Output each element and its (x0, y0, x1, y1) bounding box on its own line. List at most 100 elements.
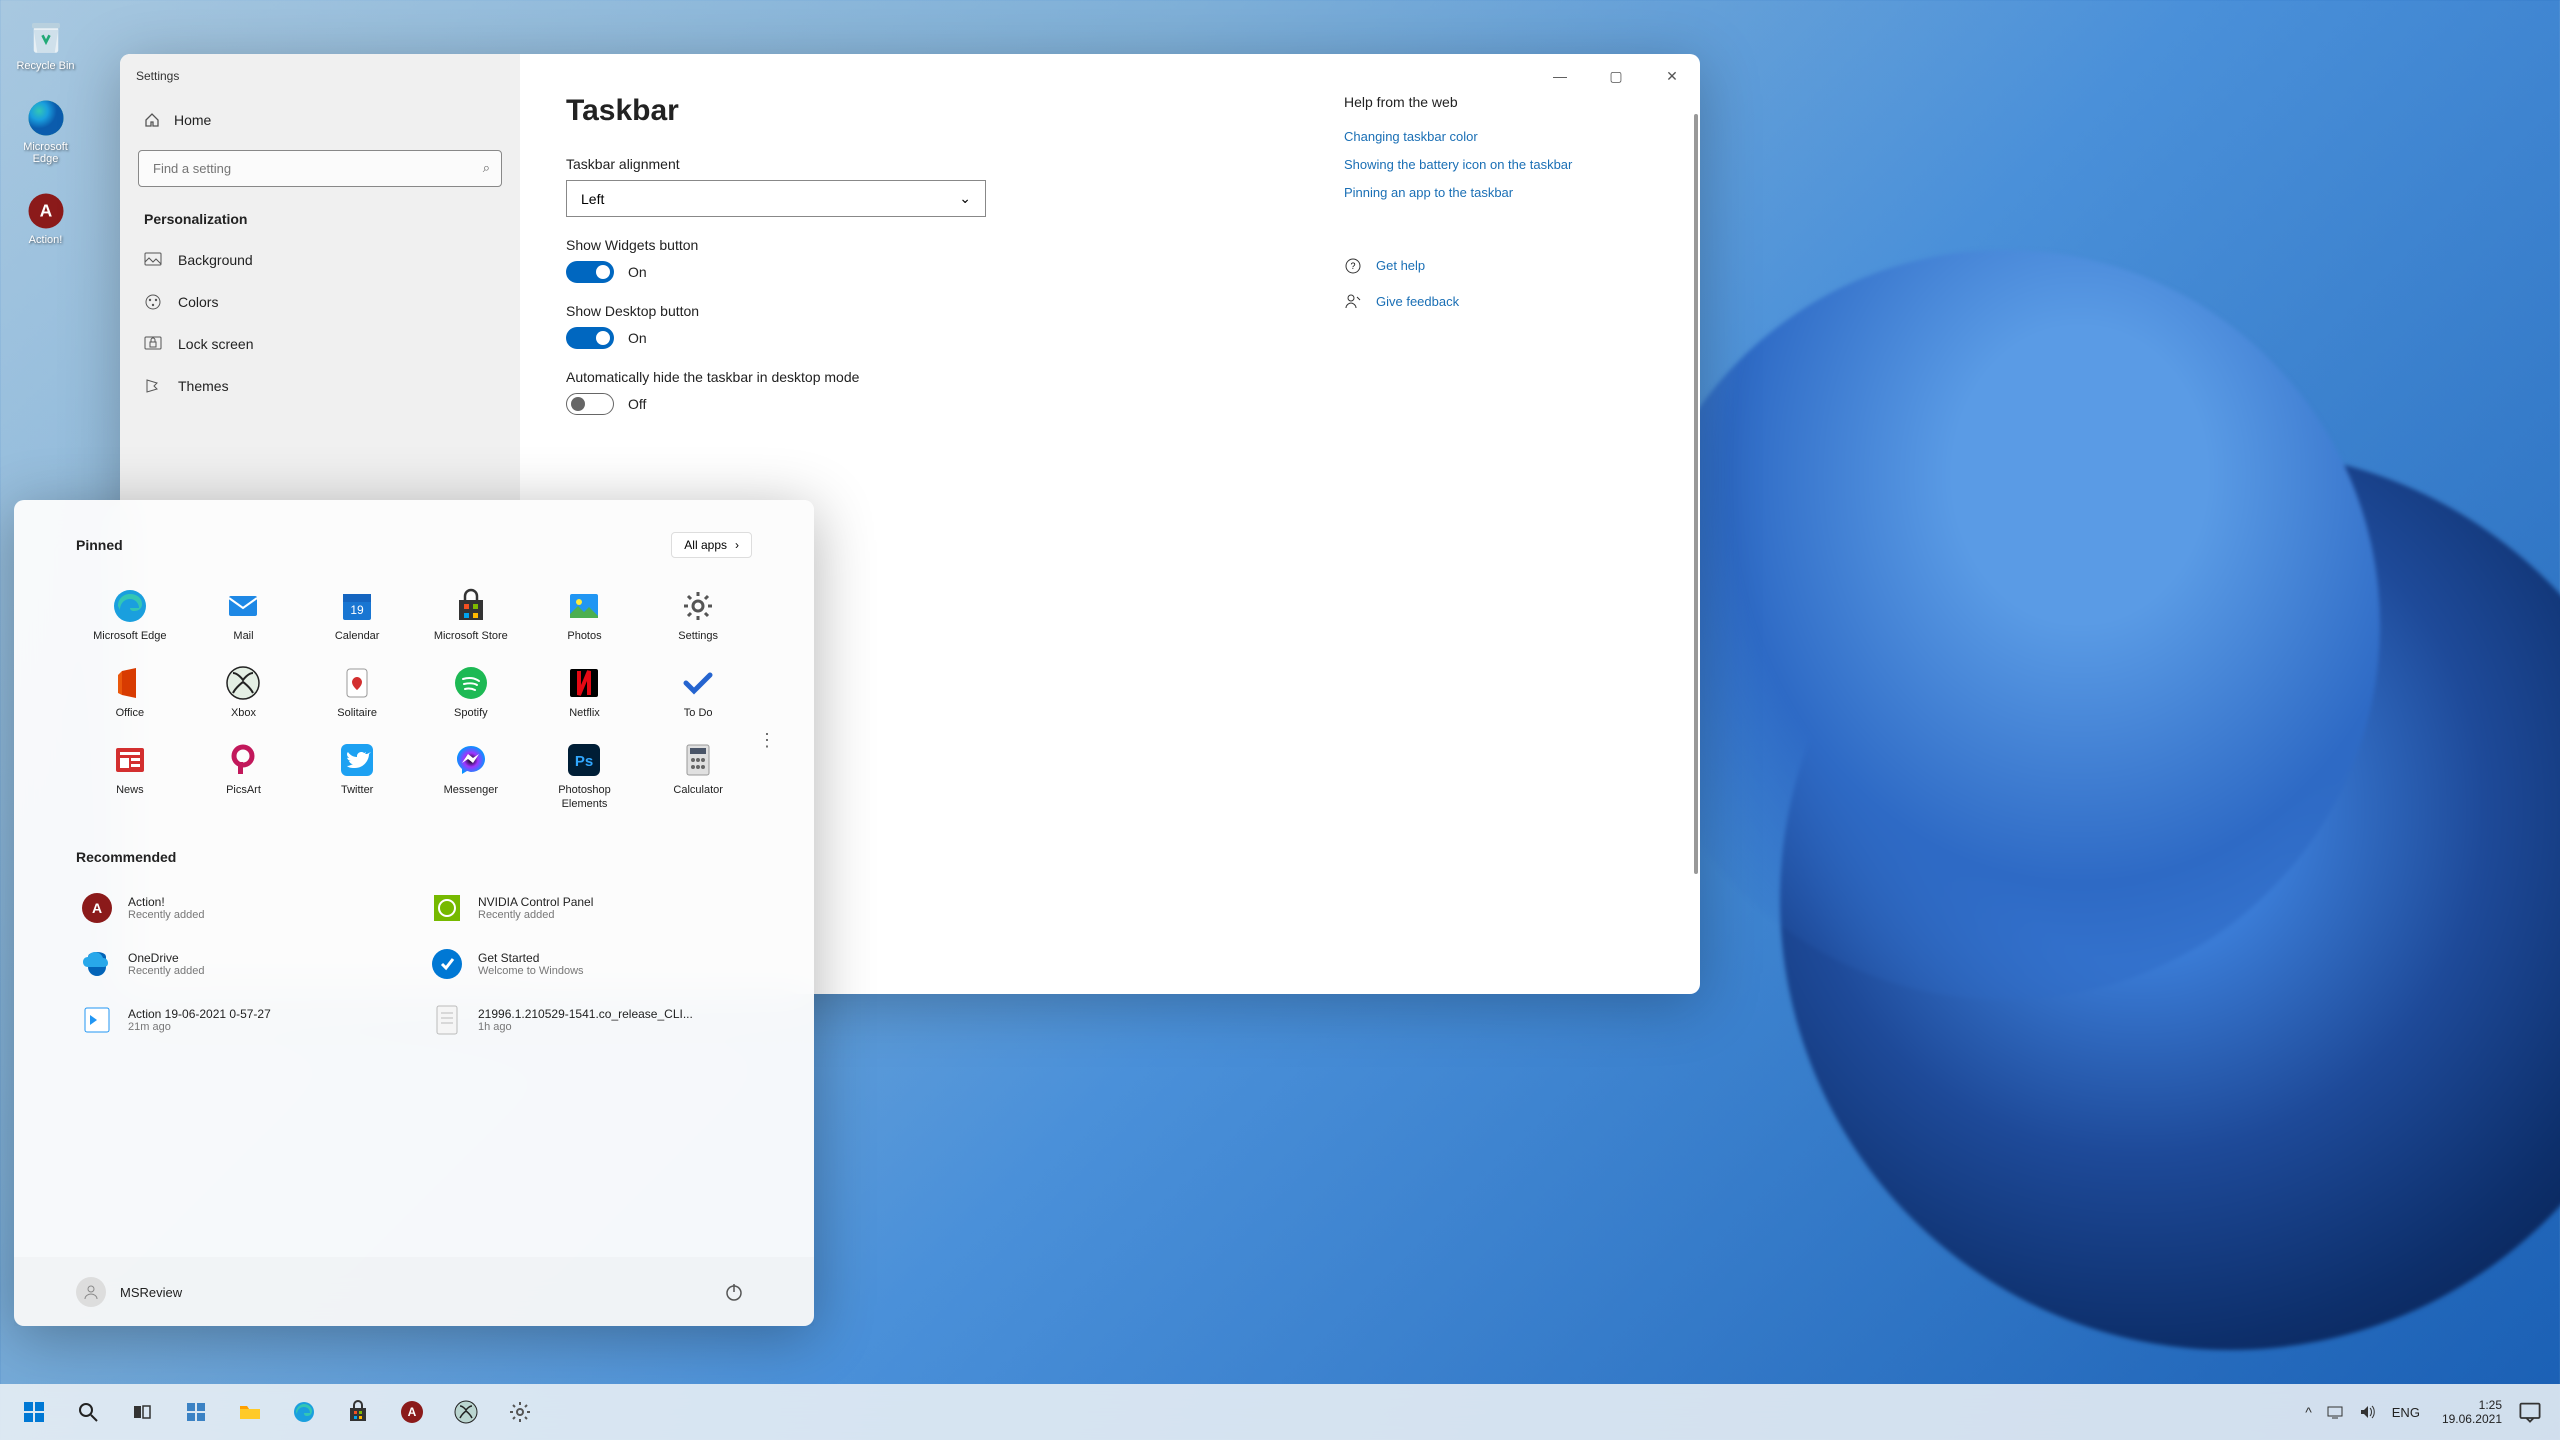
setting-widgets: Show Widgets button On (566, 237, 1304, 283)
svg-text:19: 19 (350, 603, 364, 617)
pinned-app[interactable]: Settings (644, 580, 752, 651)
power-button[interactable] (716, 1274, 752, 1310)
xbox-icon (454, 1400, 478, 1424)
get-help-link[interactable]: ? Get help (1344, 257, 1654, 275)
setting-desktop-button: Show Desktop button On (566, 303, 1304, 349)
setting-label: Automatically hide the taskbar in deskto… (566, 369, 1304, 385)
app-label: Mail (233, 630, 253, 643)
pinned-app[interactable]: Messenger (417, 734, 525, 818)
recommended-label: Recommended (76, 849, 176, 865)
recommended-detail: 1h ago (478, 1021, 693, 1033)
folder-icon (238, 1400, 262, 1424)
recommended-item[interactable]: Get StartedWelcome to Windows (426, 943, 752, 985)
sidebar-item-lock-screen[interactable]: Lock screen (120, 323, 520, 365)
recommended-list: AAction!Recently added NVIDIA Control Pan… (76, 887, 752, 1041)
pinned-app[interactable]: Twitter (303, 734, 411, 818)
action-app-button[interactable]: A (386, 1388, 438, 1436)
app-label: Office (116, 707, 145, 720)
recommended-icon: A (80, 891, 114, 925)
pinned-app[interactable]: News (76, 734, 184, 818)
pinned-app[interactable]: Xbox (190, 657, 298, 728)
pinned-app[interactable]: Microsoft Edge (76, 580, 184, 651)
app-icon (112, 742, 148, 778)
settings-search-input[interactable] (138, 150, 502, 187)
recommended-name: NVIDIA Control Panel (478, 895, 593, 909)
edge-button[interactable] (278, 1388, 330, 1436)
pinned-app[interactable]: Calculator (644, 734, 752, 818)
start-pinned-section: Pinned All apps › Microsoft Edge Mail 19 Ca… (14, 500, 814, 827)
desktop-icon-edge[interactable]: Microsoft Edge (8, 93, 83, 170)
language-indicator[interactable]: ENG (2386, 1405, 2426, 1420)
recommended-item[interactable]: AAction!Recently added (76, 887, 402, 929)
pinned-app[interactable]: Solitaire (303, 657, 411, 728)
recommended-icon (430, 891, 464, 925)
notifications-icon[interactable] (2518, 1400, 2542, 1424)
recycle-bin-icon (25, 16, 67, 58)
pinned-app[interactable]: Netflix (531, 657, 639, 728)
pinned-app[interactable]: PsPhotoshop Elements (531, 734, 639, 818)
store-button[interactable] (332, 1388, 384, 1436)
sidebar-item-background[interactable]: Background (120, 239, 520, 281)
sidebar-item-colors[interactable]: Colors (120, 281, 520, 323)
all-apps-label: All apps (684, 538, 727, 552)
desktop-icon-recycle-bin[interactable]: Recycle Bin (8, 12, 83, 77)
recommended-icon (80, 947, 114, 981)
svg-text:A: A (92, 900, 102, 916)
pinned-app[interactable]: 19 Calendar (303, 580, 411, 651)
pinned-app[interactable]: Mail (190, 580, 298, 651)
start-button[interactable] (8, 1388, 60, 1436)
pinned-app[interactable]: Photos (531, 580, 639, 651)
maximize-button[interactable]: ▢ (1588, 54, 1644, 98)
app-label: Messenger (444, 784, 498, 797)
user-account-button[interactable]: MSReview (76, 1277, 182, 1307)
search-icon: ⌕ (483, 160, 490, 176)
recommended-item[interactable]: 21996.1.210529-1541.co_release_CLI...1h … (426, 999, 752, 1041)
search-button[interactable] (62, 1388, 114, 1436)
app-label: Microsoft Edge (93, 630, 166, 643)
xbox-button[interactable] (440, 1388, 492, 1436)
settings-app-button[interactable] (494, 1388, 546, 1436)
app-label: Calendar (335, 630, 380, 643)
pinned-label: Pinned (76, 537, 123, 553)
widgets-button[interactable] (170, 1388, 222, 1436)
give-feedback-link[interactable]: Give feedback (1344, 293, 1654, 311)
help-link[interactable]: Showing the battery icon on the taskbar (1344, 156, 1654, 174)
clock[interactable]: 1:25 19.06.2021 (2436, 1398, 2508, 1427)
desktop-button-toggle[interactable] (566, 327, 614, 349)
network-icon[interactable] (2326, 1403, 2344, 1421)
app-label: Spotify (454, 707, 488, 720)
widgets-toggle[interactable] (566, 261, 614, 283)
pinned-app[interactable]: Microsoft Store (417, 580, 525, 651)
app-icon (453, 588, 489, 624)
autohide-toggle[interactable] (566, 393, 614, 415)
tray-chevron-icon[interactable]: ^ (2305, 1404, 2312, 1420)
system-tray: ^ (2305, 1403, 2376, 1421)
setting-autohide: Automatically hide the taskbar in deskto… (566, 369, 1304, 415)
pinned-app[interactable]: Spotify (417, 657, 525, 728)
all-apps-button[interactable]: All apps › (671, 532, 752, 558)
scrollbar[interactable] (1694, 114, 1698, 874)
more-icon[interactable]: ⋮ (758, 730, 776, 751)
alignment-select[interactable]: Left ⌄ (566, 180, 986, 217)
close-button[interactable]: ✕ (1644, 54, 1700, 98)
window-controls: — ▢ ✕ (1532, 54, 1700, 98)
volume-icon[interactable] (2358, 1403, 2376, 1421)
sidebar-home[interactable]: Home (120, 98, 520, 142)
help-link[interactable]: Changing taskbar color (1344, 128, 1654, 146)
recommended-item[interactable]: OneDriveRecently added (76, 943, 402, 985)
recommended-item[interactable]: Action 19-06-2021 0-57-2721m ago (76, 999, 402, 1041)
pinned-app[interactable]: To Do (644, 657, 752, 728)
sidebar-item-themes[interactable]: Themes (120, 365, 520, 407)
recommended-item[interactable]: NVIDIA Control PanelRecently added (426, 887, 752, 929)
file-explorer-button[interactable] (224, 1388, 276, 1436)
help-link[interactable]: Pinning an app to the taskbar (1344, 184, 1654, 202)
app-icon (112, 588, 148, 624)
desktop-icon-action[interactable]: A Action! (8, 186, 83, 251)
help-icon: ? (1344, 257, 1362, 275)
minimize-button[interactable]: — (1532, 54, 1588, 98)
desktop-icon-label: Microsoft Edge (12, 141, 79, 166)
recommended-detail: Welcome to Windows (478, 965, 584, 977)
pinned-app[interactable]: PicsArt (190, 734, 298, 818)
pinned-app[interactable]: Office (76, 657, 184, 728)
task-view-button[interactable] (116, 1388, 168, 1436)
